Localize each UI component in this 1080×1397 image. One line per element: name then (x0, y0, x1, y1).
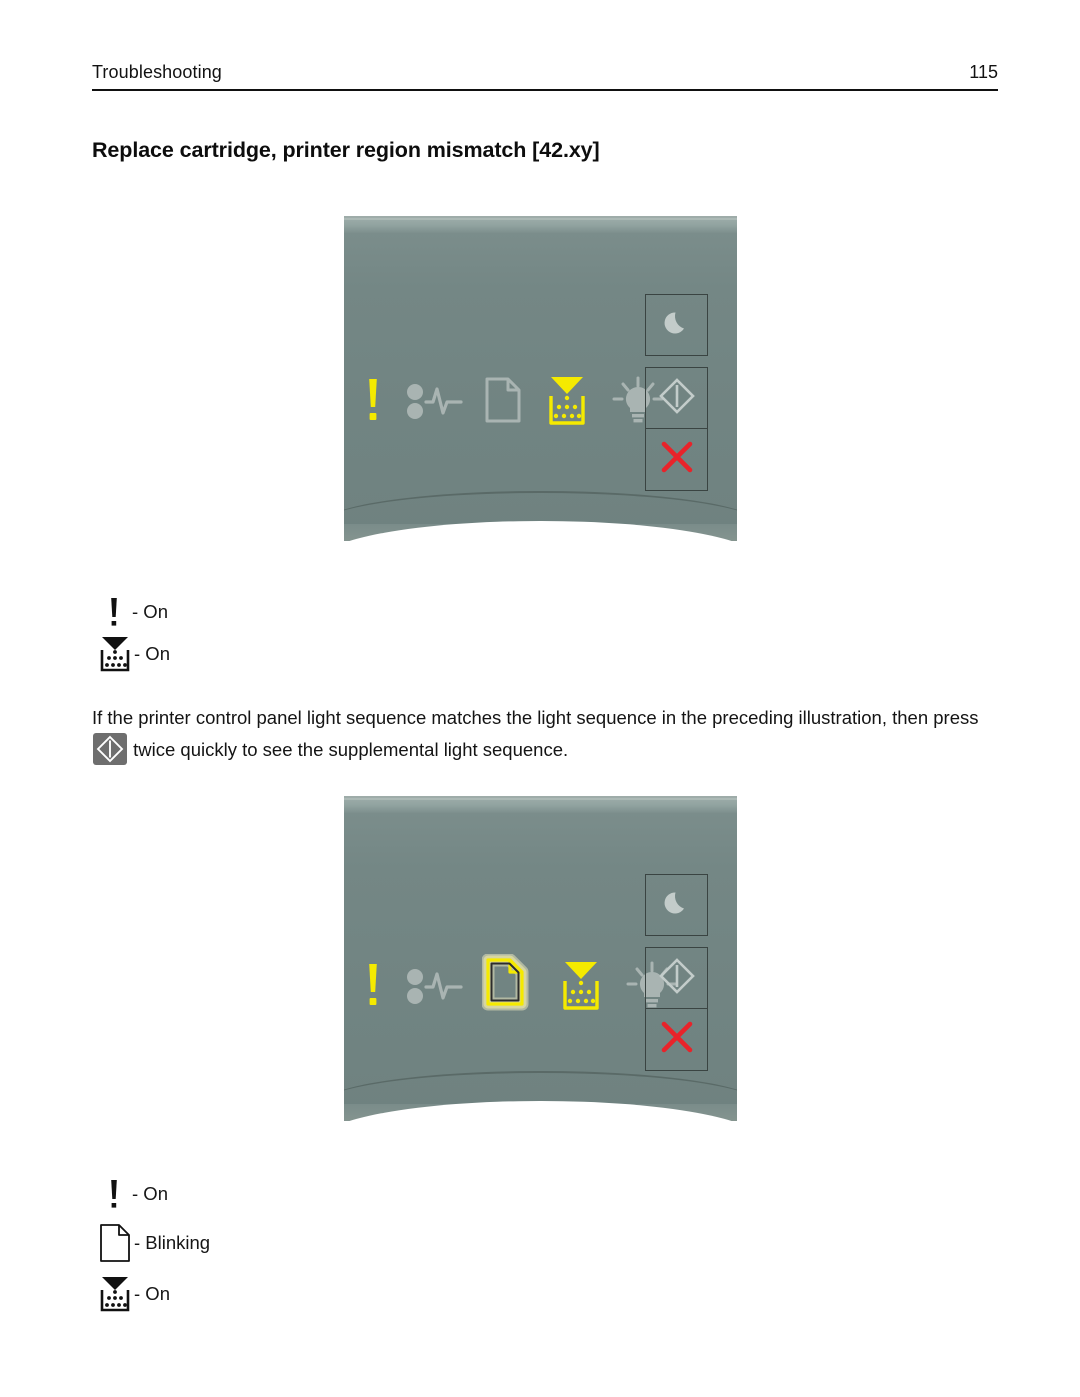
panel-top-edge (344, 796, 737, 800)
page-number: 115 (969, 62, 998, 82)
list-item: - On (96, 634, 170, 674)
panel-top-edge (344, 216, 737, 220)
error-exclamation-icon (360, 376, 386, 429)
toner-low-icon (543, 374, 591, 431)
list-item: - Blinking (96, 1222, 210, 1264)
start-button[interactable] (645, 367, 708, 429)
panel-top-highlight (344, 218, 737, 233)
error-exclamation-icon (360, 961, 386, 1014)
start-diamond-icon (658, 377, 696, 420)
indicator-light-row (360, 953, 680, 1021)
cancel-button[interactable] (645, 429, 708, 491)
start-diamond-icon[interactable] (93, 733, 127, 765)
instruction-text-part1: If the printer control panel light seque… (92, 707, 979, 728)
list-item: - On (96, 1178, 210, 1210)
start-diamond-icon (658, 957, 696, 1000)
toner-low-icon (96, 1274, 134, 1314)
panel-button-column (645, 294, 708, 491)
error-exclamation-icon (96, 596, 132, 628)
page-header: Troubleshooting 115 (92, 62, 998, 91)
list-item-label: - On (134, 643, 170, 664)
error-exclamation-icon (96, 1178, 132, 1210)
legend-primary: - On - On (96, 596, 170, 680)
load-paper-icon (481, 953, 538, 1021)
indicator-light-row (360, 374, 666, 431)
list-item-label: - On (132, 1183, 168, 1204)
manual-page: Troubleshooting 115 Replace cartridge, p… (0, 0, 1080, 1397)
list-item-label: - On (132, 601, 168, 622)
sleep-moon-icon (662, 308, 692, 343)
sleep-button[interactable] (645, 294, 708, 356)
list-item-label: - Blinking (134, 1232, 211, 1253)
load-paper-icon (482, 375, 524, 430)
panel-top-highlight (344, 798, 737, 813)
paper-jam-icon (405, 376, 463, 429)
printer-control-panel (344, 796, 737, 1121)
list-item: - On (96, 1274, 210, 1314)
toner-low-icon (96, 634, 134, 674)
cancel-button[interactable] (645, 1009, 708, 1071)
header-section-title: Troubleshooting (92, 62, 222, 82)
load-paper-icon (96, 1222, 134, 1264)
page-title: Replace cartridge, printer region mismat… (92, 138, 600, 162)
sleep-moon-icon (662, 888, 692, 923)
sleep-button[interactable] (645, 874, 708, 936)
list-item: - On (96, 596, 170, 628)
instruction-text-part2: twice quickly to see the supplemental li… (133, 739, 569, 760)
panel-button-column (645, 874, 708, 1071)
legend-supplemental: - On - Blinking - On (96, 1178, 210, 1320)
printer-control-panel (344, 216, 737, 541)
start-button[interactable] (645, 947, 708, 1009)
toner-low-icon (557, 959, 605, 1016)
list-item-label: - On (134, 1283, 170, 1304)
control-panel-illustration-supplemental (344, 796, 737, 1121)
paper-jam-icon (405, 961, 463, 1014)
cancel-x-icon (659, 1019, 695, 1060)
cancel-x-icon (659, 439, 695, 480)
control-panel-illustration-primary (344, 216, 737, 541)
instruction-paragraph: If the printer control panel light seque… (92, 703, 998, 765)
